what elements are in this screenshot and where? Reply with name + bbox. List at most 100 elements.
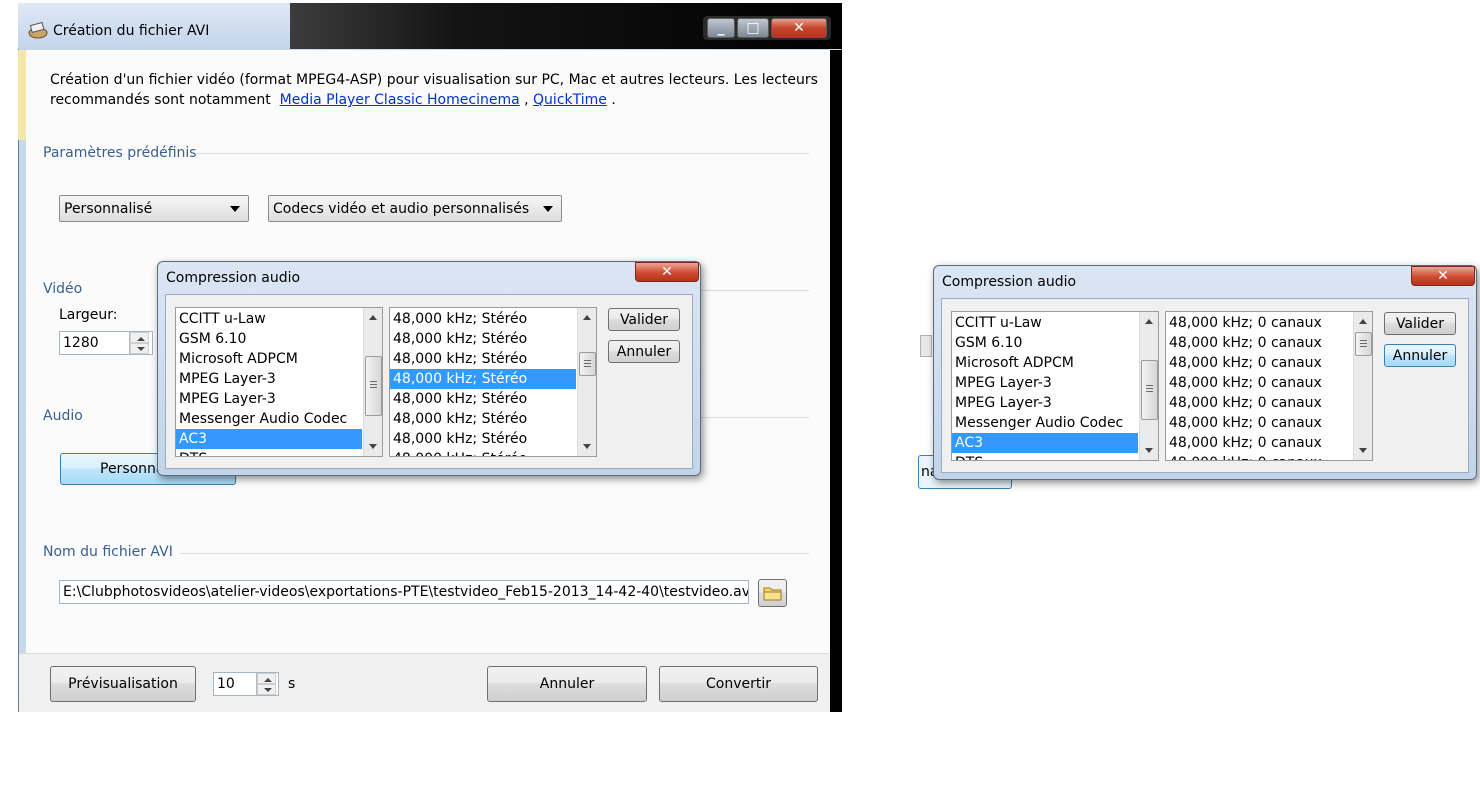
dialog-close-button[interactable]: ✕	[635, 262, 699, 282]
codec-list-item[interactable]: Microsoft ADPCM	[176, 349, 362, 369]
codec-list-items-2: CCITT u-Law GSM 6.10 Microsoft ADPCM MPEG L…	[952, 312, 1158, 460]
scroll-up-icon[interactable]	[369, 315, 377, 320]
preview-seconds-spinner[interactable]	[256, 673, 276, 695]
scroll-down-icon[interactable]	[369, 444, 377, 449]
codec-list-item[interactable]: AC3	[952, 433, 1138, 453]
background-strip-right	[829, 50, 842, 712]
codec-list-item[interactable]: MPEG Layer-3	[176, 369, 362, 389]
format-list-item[interactable]: 48,000 kHz; 0 canaux	[1166, 313, 1352, 333]
format-list-item[interactable]: 48,000 kHz; Stéréo	[390, 389, 576, 409]
codec-list-item[interactable]: Messenger Audio Codec	[176, 409, 362, 429]
dialog-ok-label: Valider	[619, 311, 669, 328]
format-list-item[interactable]: 48,000 kHz; Stéréo	[390, 309, 576, 329]
link-quicktime[interactable]: QuickTime	[533, 92, 607, 108]
codec-list-item[interactable]: GSM 6.10	[176, 329, 362, 349]
folder-icon	[763, 587, 781, 601]
dialog-ok-button[interactable]: Valider	[608, 308, 680, 331]
minimize-button[interactable]: _	[707, 18, 735, 38]
format-list-item[interactable]: 48,000 kHz; Stéréo	[390, 449, 576, 456]
format-list-item[interactable]: 48,000 kHz; Stéréo	[390, 369, 576, 389]
window-title: Création du fichier AVI	[53, 23, 210, 39]
dialog-title-2: Compression audio	[942, 274, 1077, 290]
description-text: recommandés sont notamment	[50, 92, 271, 108]
preview-seconds-value: 10	[217, 676, 235, 692]
format-list-item[interactable]: 48,000 kHz; 0 canaux	[1166, 373, 1352, 393]
format-list-scrollbar[interactable]	[577, 308, 596, 456]
format-list-item[interactable]: 48,000 kHz; 0 canaux	[1166, 353, 1352, 373]
video-section-title: Vidéo	[43, 281, 83, 297]
width-spinner[interactable]	[129, 332, 149, 354]
codec-list-item[interactable]: Messenger Audio Codec	[952, 413, 1138, 433]
codec-list-scrollbar-2[interactable]	[1139, 312, 1158, 460]
format-list-item[interactable]: 48,000 kHz; 0 canaux	[1166, 333, 1352, 353]
link-mpc[interactable]: Media Player Classic Homecinema	[280, 92, 520, 108]
maximize-button[interactable]: □	[737, 18, 769, 38]
format-list-item[interactable]: 48,000 kHz; Stéréo	[390, 429, 576, 449]
filename-value: E:\Clubphotosvideos\atelier-videos\expor…	[63, 584, 749, 600]
audio-section-title: Audio	[43, 408, 83, 424]
codec-list-item[interactable]: DTS	[952, 453, 1138, 460]
format-list-item[interactable]: 48,000 kHz; 0 canaux	[1166, 393, 1352, 413]
codec-preset-combo[interactable]: Codecs vidéo et audio personnalisés	[268, 195, 562, 222]
scroll-down-icon[interactable]	[583, 444, 591, 449]
codec-list-2[interactable]: CCITT u-Law GSM 6.10 Microsoft ADPCM MPEG L…	[951, 311, 1159, 461]
scroll-down-icon[interactable]	[1359, 448, 1367, 453]
presets-separator	[195, 153, 809, 154]
filename-input[interactable]: E:\Clubphotosvideos\atelier-videos\expor…	[59, 580, 749, 604]
format-list-item[interactable]: 48,000 kHz; 0 canaux	[1166, 453, 1352, 460]
width-label: Largeur:	[59, 307, 118, 323]
format-list-item[interactable]: 48,000 kHz; 0 canaux	[1166, 433, 1352, 453]
format-list-scrollbar-2[interactable]	[1353, 312, 1372, 460]
codec-list-item[interactable]: MPEG Layer-3	[176, 389, 362, 409]
format-list[interactable]: 48,000 kHz; Stéréo 48,000 kHz; Stéréo 48,0…	[389, 307, 597, 457]
dialog-cancel-button[interactable]: Annuler	[608, 340, 680, 363]
dialog-ok-label-2: Valider	[1395, 315, 1445, 332]
scroll-thumb[interactable]	[1355, 332, 1372, 356]
codec-list[interactable]: CCITT u-Law GSM 6.10 Microsoft ADPCM MPEG L…	[175, 307, 383, 457]
dialog-close-button-2[interactable]: ✕	[1411, 266, 1475, 286]
codec-list-item[interactable]: DTS	[176, 449, 362, 456]
cancel-button[interactable]: Annuler	[487, 666, 647, 702]
preset-combo-value: Personnalisé	[64, 200, 153, 217]
scroll-thumb[interactable]	[579, 352, 596, 376]
preview-button-label: Prévisualisation	[68, 676, 178, 692]
format-list-items: 48,000 kHz; Stéréo 48,000 kHz; Stéréo 48,0…	[390, 308, 596, 456]
dialog-cancel-button-2[interactable]: Annuler	[1384, 344, 1456, 367]
format-list-items-2: 48,000 kHz; 0 canaux 48,000 kHz; 0 canaux…	[1166, 312, 1372, 460]
preset-combo[interactable]: Personnalisé	[59, 195, 249, 222]
codec-list-item[interactable]: AC3	[176, 429, 362, 449]
close-button[interactable]: ✕	[771, 18, 827, 38]
codec-list-item[interactable]: CCITT u-Law	[176, 309, 362, 329]
scroll-up-icon[interactable]	[1145, 319, 1153, 324]
codec-list-scrollbar[interactable]	[363, 308, 382, 456]
codec-list-item[interactable]: GSM 6.10	[952, 333, 1138, 353]
dialog-ok-button-2[interactable]: Valider	[1384, 312, 1456, 335]
format-list-item[interactable]: 48,000 kHz; Stéréo	[390, 329, 576, 349]
scroll-thumb[interactable]	[365, 356, 382, 416]
chevron-down-icon	[543, 206, 553, 212]
comma: ,	[524, 92, 529, 108]
format-list-item[interactable]: 48,000 kHz; Stéréo	[390, 349, 576, 369]
description-line1: Création d'un fichier vidéo (format MPEG…	[50, 72, 818, 88]
scroll-thumb[interactable]	[1141, 360, 1158, 420]
convert-button[interactable]: Convertir	[659, 666, 818, 702]
video-separator	[700, 290, 809, 291]
format-list-item[interactable]: 48,000 kHz; 0 canaux	[1166, 413, 1352, 433]
preview-button[interactable]: Prévisualisation	[50, 666, 196, 702]
codec-list-item[interactable]: MPEG Layer-3	[952, 393, 1138, 413]
codec-list-item[interactable]: Microsoft ADPCM	[952, 353, 1138, 373]
scroll-up-icon[interactable]	[583, 315, 591, 320]
codec-list-item[interactable]: MPEG Layer-3	[952, 373, 1138, 393]
chevron-down-icon	[230, 206, 240, 212]
codec-list-items: CCITT u-Law GSM 6.10 Microsoft ADPCM MPEG L…	[176, 308, 382, 456]
filename-section-title: Nom du fichier AVI	[43, 544, 173, 560]
format-list-2[interactable]: 48,000 kHz; 0 canaux 48,000 kHz; 0 canaux…	[1165, 311, 1373, 461]
description-line2: recommandés sont notamment Media Player …	[50, 92, 616, 108]
scroll-down-icon[interactable]	[1145, 448, 1153, 453]
browse-folder-button[interactable]	[758, 579, 787, 607]
format-list-item[interactable]: 48,000 kHz; Stéréo	[390, 409, 576, 429]
dialog-cancel-label: Annuler	[616, 343, 672, 360]
width-value: 1280	[63, 335, 99, 351]
scroll-up-icon[interactable]	[1359, 319, 1367, 324]
codec-list-item[interactable]: CCITT u-Law	[952, 313, 1138, 333]
